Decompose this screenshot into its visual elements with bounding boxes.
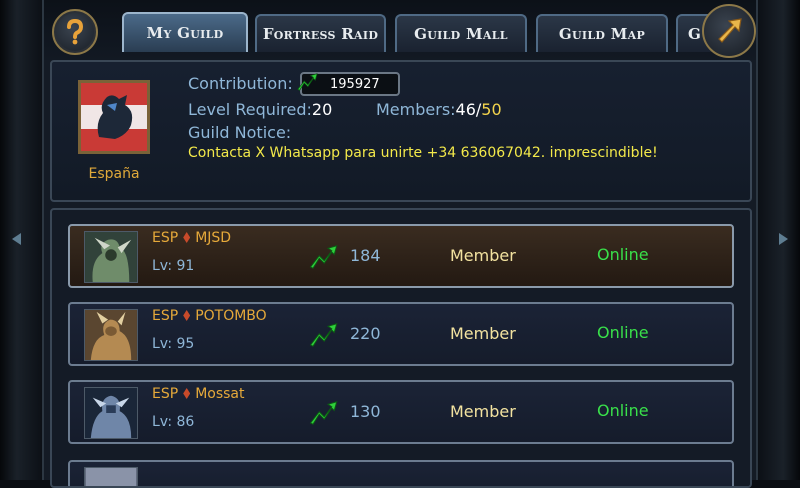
green-up-arrow-icon: [309, 323, 338, 347]
left-frame: [0, 0, 44, 480]
return-arrow-icon: [718, 18, 742, 43]
level-required-row: Level Required:20: [188, 100, 332, 119]
member-level: Lv: 95: [152, 336, 195, 352]
separator-diamond-icon: [183, 310, 191, 321]
level-value: 20: [311, 100, 333, 119]
member-contribution: 220: [350, 324, 381, 343]
guild-notice-text: Contacta X Whatsapp para unirte +34 6360…: [188, 145, 658, 161]
tab-my-guild[interactable]: My Guild: [122, 12, 248, 52]
contribution-box: 195927: [297, 72, 400, 96]
help-button[interactable]: [52, 9, 98, 55]
member-contribution: 130: [350, 402, 381, 421]
guild-emblem-icon: [81, 83, 147, 151]
tab-fortress-raid[interactable]: Fortress Raid: [255, 14, 386, 52]
back-button[interactable]: [702, 4, 756, 58]
member-role: Member: [450, 402, 516, 421]
member-row[interactable]: ESP Mossat Lv: 86 130 Member Online: [68, 380, 734, 444]
contribution-row: Contribution: 195927: [188, 72, 400, 96]
guild-crest[interactable]: [78, 80, 150, 154]
member-level: Lv: 86: [152, 414, 195, 430]
member-status: Online: [597, 401, 649, 420]
question-mark-icon: [67, 18, 84, 45]
member-level: Lv: 91: [152, 258, 195, 274]
right-frame: [756, 0, 800, 480]
member-name: ESP Mossat: [152, 386, 245, 402]
contribution-label: Contribution:: [188, 74, 293, 93]
guild-notice-label: Guild Notice:: [188, 123, 292, 142]
member-list[interactable]: ESP MJSD Lv: 91 184 Member Online ESP POTO…: [50, 208, 752, 488]
scroll-right-arrow-icon[interactable]: [779, 233, 788, 245]
avatar: [84, 309, 138, 361]
tab-guild-mall[interactable]: Guild Mall: [395, 14, 527, 52]
member-role: Member: [450, 246, 516, 265]
member-name: ESP POTOMBO: [152, 308, 267, 324]
avatar: [84, 231, 138, 283]
guild-info-panel: España Contribution: 195927 Level Requir…: [50, 60, 752, 202]
members-current: 46: [455, 100, 476, 119]
member-role: Member: [450, 324, 516, 343]
members-label: Members:: [376, 100, 456, 119]
members-max: 50: [481, 100, 502, 119]
separator-diamond-icon: [183, 388, 191, 399]
member-contribution: 184: [350, 246, 381, 265]
avatar: [84, 467, 138, 486]
guild-name: España: [88, 166, 140, 182]
scroll-left-arrow-icon[interactable]: [12, 233, 21, 245]
green-up-arrow-icon: [297, 73, 318, 91]
contribution-value: 195927: [330, 76, 380, 92]
member-row-partial[interactable]: [68, 460, 734, 486]
green-up-arrow-icon: [309, 401, 338, 425]
member-name: ESP MJSD: [152, 230, 232, 246]
member-status: Online: [597, 245, 649, 264]
separator-diamond-icon: [183, 232, 191, 243]
guild-window: My Guild Fortress Raid Guild Mall Guild …: [44, 0, 756, 488]
tab-guild-map[interactable]: Guild Map: [536, 14, 668, 52]
member-row[interactable]: ESP MJSD Lv: 91 184 Member Online: [68, 224, 734, 288]
level-label: Level Required:: [188, 100, 312, 119]
member-status: Online: [597, 323, 649, 342]
members-row: Members:46/50: [376, 100, 502, 119]
avatar: [84, 387, 138, 439]
green-up-arrow-icon: [309, 245, 338, 269]
member-row[interactable]: ESP POTOMBO Lv: 95 220 Member Online: [68, 302, 734, 366]
top-bar: My Guild Fortress Raid Guild Mall Guild …: [44, 0, 756, 60]
